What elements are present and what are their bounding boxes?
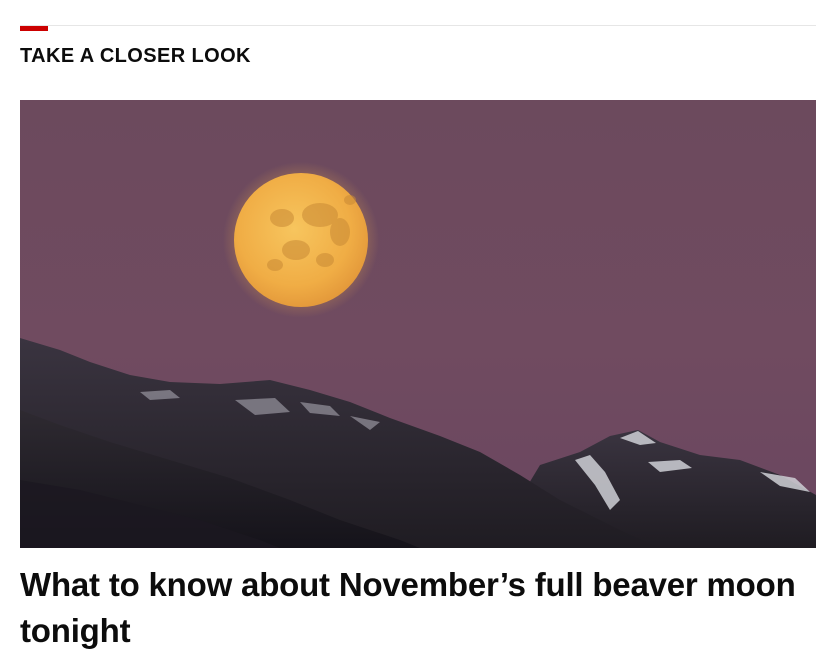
story-image[interactable]	[20, 100, 816, 548]
section-accent-bar	[20, 26, 48, 31]
section-title: TAKE A CLOSER LOOK	[20, 45, 251, 67]
section-divider	[20, 25, 816, 26]
content-zone: TAKE A CLOSER LOOK What to know about No…	[20, 0, 816, 670]
story-headline[interactable]: What to know about November’s full beave…	[20, 562, 816, 654]
